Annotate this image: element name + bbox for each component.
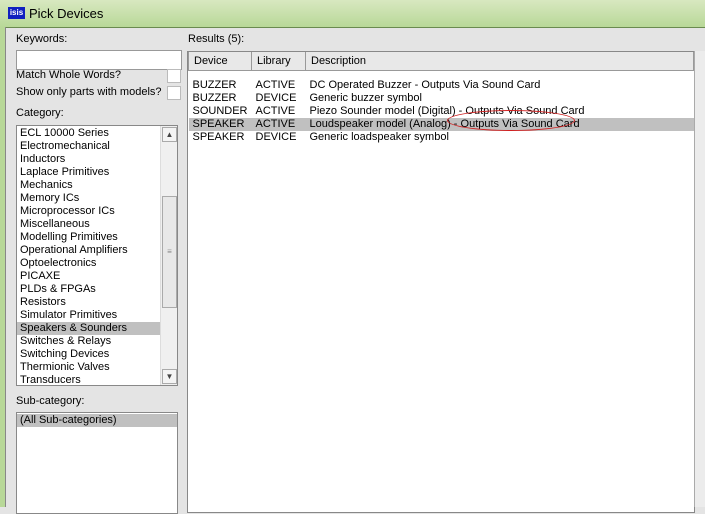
results-table[interactable]: Device Library Description BUZZER ACTIVE D… (187, 51, 695, 513)
keywords-input[interactable] (16, 50, 182, 70)
subcategory-item[interactable]: (All Sub-categories) (17, 414, 177, 427)
show-models-checkbox[interactable] (167, 86, 181, 100)
window-frame (0, 27, 6, 507)
category-item[interactable]: Memory ICs (17, 192, 177, 205)
show-models-label: Show only parts with models? (16, 86, 162, 98)
column-description[interactable]: Description (305, 52, 694, 71)
category-item[interactable]: Thermionic Valves (17, 361, 177, 374)
results-label: Results (5): (188, 33, 245, 45)
category-item[interactable]: Switches & Relays (17, 335, 177, 348)
category-item[interactable]: Mechanics (17, 179, 177, 192)
table-row[interactable]: SOUNDER ACTIVE Piezo Sounder model (Digita… (189, 105, 694, 118)
category-scrollbar[interactable]: ▲ ≡ ▼ (160, 126, 177, 385)
device-cell: BUZZER (192, 92, 237, 104)
subcategory-label: Sub-category: (16, 395, 85, 407)
table-row[interactable]: SPEAKER ACTIVE Loudspeaker model (Analog) … (188, 118, 694, 131)
window-title: Pick Devices (29, 6, 104, 21)
title-bar: isis Pick Devices (0, 0, 705, 28)
category-item[interactable]: Modelling Primitives (17, 231, 177, 244)
device-cell: SPEAKER (192, 131, 245, 143)
subcategory-list[interactable]: (All Sub-categories) (16, 412, 178, 514)
category-item[interactable]: Resistors (17, 296, 177, 309)
category-item[interactable]: PLDs & FPGAs (17, 283, 177, 296)
category-item[interactable]: Transducers (17, 374, 177, 385)
match-whole-words-label: Match Whole Words? (16, 69, 121, 81)
column-library[interactable]: Library (251, 52, 306, 71)
library-cell: ACTIVE (255, 118, 296, 130)
table-row[interactable]: BUZZER ACTIVE DC Operated Buzzer - Outputs… (189, 79, 694, 92)
table-row[interactable]: SPEAKER DEVICE Generic loadspeaker symbol (189, 131, 694, 144)
column-device[interactable]: Device (188, 52, 252, 71)
category-item[interactable]: Operational Amplifiers (17, 244, 177, 257)
category-item[interactable]: Inductors (17, 153, 177, 166)
description-cell: Generic buzzer symbol (309, 92, 423, 104)
category-item[interactable]: Switching Devices (17, 348, 177, 361)
app-logo-icon: isis (8, 7, 25, 19)
preview-panel-edge (694, 51, 705, 507)
match-whole-words-checkbox[interactable] (167, 69, 181, 83)
annotation-ellipse (447, 110, 575, 131)
scroll-thumb[interactable]: ≡ (162, 196, 177, 308)
category-item[interactable]: PICAXE (17, 270, 177, 283)
category-item[interactable]: Laplace Primitives (17, 166, 177, 179)
library-cell: DEVICE (255, 92, 297, 104)
category-item[interactable]: Optoelectronics (17, 257, 177, 270)
category-item[interactable]: Miscellaneous (17, 218, 177, 231)
category-label: Category: (16, 107, 64, 119)
category-item[interactable]: Speakers & Sounders (17, 322, 177, 335)
device-cell: SPEAKER (192, 118, 245, 130)
table-row[interactable]: BUZZER DEVICE Generic buzzer symbol (189, 92, 694, 105)
category-item[interactable]: Microprocessor ICs (17, 205, 177, 218)
description-cell: Generic loadspeaker symbol (309, 131, 449, 143)
library-cell: ACTIVE (255, 79, 296, 91)
description-cell: DC Operated Buzzer - Outputs Via Sound C… (309, 79, 541, 91)
category-item[interactable]: Electromechanical (17, 140, 177, 153)
keywords-label: Keywords: (16, 33, 68, 45)
scroll-up-icon[interactable]: ▲ (162, 127, 177, 142)
library-cell: ACTIVE (255, 105, 296, 117)
library-cell: DEVICE (255, 131, 297, 143)
category-item[interactable]: Simulator Primitives (17, 309, 177, 322)
category-item[interactable]: ECL 10000 Series (17, 127, 177, 140)
device-cell: SOUNDER (192, 105, 248, 117)
scroll-down-icon[interactable]: ▼ (162, 369, 177, 384)
device-cell: BUZZER (192, 79, 237, 91)
category-list[interactable]: ECL 10000 Series Electromechanical Inducto… (16, 125, 178, 386)
